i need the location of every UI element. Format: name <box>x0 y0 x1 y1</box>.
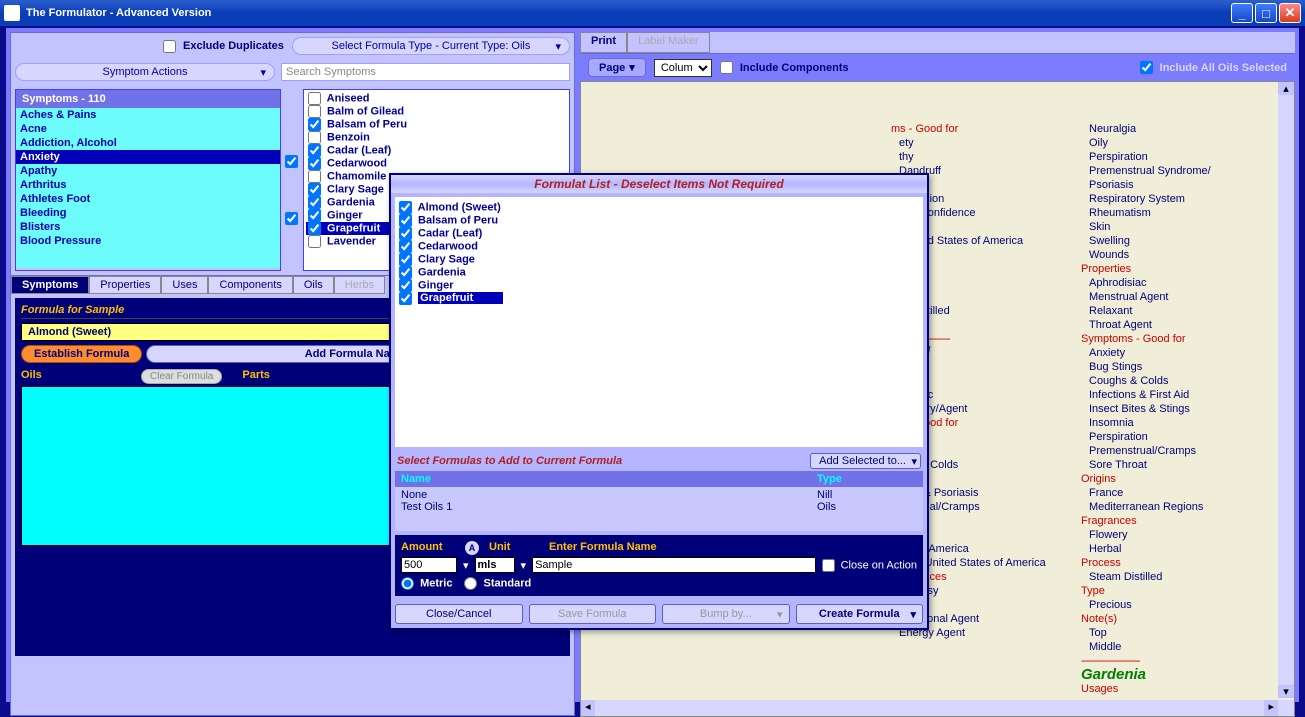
standard-radio[interactable]: Standard <box>464 577 531 590</box>
save-formula-button[interactable]: Save Formula <box>529 604 657 624</box>
unit-select[interactable] <box>475 557 515 573</box>
parts-column-label: Parts <box>242 369 270 384</box>
establish-formula-button[interactable]: Establish Formula <box>21 345 142 363</box>
amount-badge-icon: A <box>465 541 479 555</box>
symptom-item[interactable]: Arthritus <box>16 178 280 192</box>
tab-herbs[interactable]: Herbs <box>334 276 385 294</box>
oil-item[interactable]: Balm of Gilead <box>306 105 567 118</box>
tab-print[interactable]: Print <box>580 32 627 53</box>
close-on-action-checkbox[interactable]: Close on Action <box>822 559 918 572</box>
symptom-actions-dropdown[interactable]: Symptom Actions <box>15 63 275 81</box>
symptom-item[interactable]: Addiction, Alcohol <box>16 136 280 150</box>
modal-item[interactable]: Clary Sage <box>399 253 919 266</box>
modal-item[interactable]: Gardenia <box>399 266 919 279</box>
dialog-subheader: Select Formulas to Add to Current Formul… <box>397 455 622 467</box>
unit-label: Unit <box>489 541 539 555</box>
modal-item[interactable]: Grapefruit <box>399 292 919 305</box>
horizontal-scrollbar[interactable] <box>581 700 1294 716</box>
table-header-type: Type <box>817 473 917 485</box>
minimize-button[interactable]: _ <box>1231 3 1253 23</box>
include-all-oils-checkbox[interactable]: Include All Oils Selected <box>1140 61 1287 74</box>
bump-by-dropdown[interactable]: Bump by... <box>662 604 790 624</box>
exclude-duplicates-checkbox[interactable]: Exclude Duplicates <box>163 40 284 53</box>
symptom-item[interactable]: Blisters <box>16 220 280 234</box>
symptom-item[interactable]: Bleeding <box>16 206 280 220</box>
modal-item[interactable]: Almond (Sweet) <box>399 201 919 214</box>
search-symptoms-input[interactable] <box>281 63 570 81</box>
oil-item[interactable]: Cadar (Leaf) <box>306 144 567 157</box>
symptom-item[interactable]: Athletes Foot <box>16 192 280 206</box>
add-selected-dropdown[interactable]: Add Selected to... <box>810 453 921 469</box>
include-components-checkbox[interactable]: Include Components <box>720 61 849 74</box>
oil-item[interactable]: Balsam of Peru <box>306 118 567 131</box>
modal-item[interactable]: Ginger <box>399 279 919 292</box>
tab-components[interactable]: Components <box>208 276 292 294</box>
amount-input[interactable] <box>401 557 457 573</box>
tab-uses[interactable]: Uses <box>161 276 208 294</box>
side-check-1[interactable] <box>285 155 298 168</box>
metric-radio[interactable]: Metric <box>401 577 452 590</box>
symptom-item[interactable]: Acne <box>16 122 280 136</box>
modal-item[interactable]: Cadar (Leaf) <box>399 227 919 240</box>
oil-item[interactable]: Cedarwood <box>306 157 567 170</box>
titlebar: The Formulator - Advanced Version _ □ ✕ <box>0 0 1305 26</box>
clear-formula-button[interactable]: Clear Formula <box>141 369 222 384</box>
column-select[interactable]: Colum <box>654 59 712 77</box>
vertical-scrollbar[interactable] <box>1278 82 1294 698</box>
formula-table[interactable]: NoneNillTest Oils 1Oils <box>395 487 923 531</box>
oils-column-label: Oils <box>21 369 141 384</box>
formula-name-input[interactable] <box>532 557 815 573</box>
dialog-title: Formulat List - Deselect Items Not Requi… <box>391 175 927 193</box>
dialog-checklist[interactable]: Almond (Sweet) Balsam of Peru Cadar (Lea… <box>395 197 923 447</box>
formula-type-dropdown[interactable]: Select Formula Type - Current Type: Oils <box>292 37 570 55</box>
tab-symptoms[interactable]: Symptoms <box>11 276 89 294</box>
oil-item[interactable]: Aniseed <box>306 92 567 105</box>
close-cancel-button[interactable]: Close/Cancel <box>395 604 523 624</box>
tab-properties[interactable]: Properties <box>89 276 161 294</box>
formula-list-dialog: Formulat List - Deselect Items Not Requi… <box>389 173 929 630</box>
oil-item[interactable]: Benzoin <box>306 131 567 144</box>
table-header-name: Name <box>401 473 817 485</box>
symptoms-list[interactable]: Aches & PainsAcneAddiction, AlcoholAnxie… <box>16 108 280 268</box>
table-row[interactable]: NoneNill <box>401 489 917 501</box>
table-row[interactable]: Test Oils 1Oils <box>401 501 917 513</box>
side-check-2[interactable] <box>285 212 298 225</box>
unit-stepper-icon[interactable]: ▾ <box>521 559 527 572</box>
close-button[interactable]: ✕ <box>1279 3 1301 23</box>
maximize-button[interactable]: □ <box>1255 3 1277 23</box>
symptoms-header: Symptoms - 110 <box>16 90 280 108</box>
symptom-item[interactable]: Blood Pressure <box>16 234 280 248</box>
amount-stepper-icon[interactable]: ▾ <box>463 559 469 572</box>
symptoms-box: Symptoms - 110 Aches & PainsAcneAddictio… <box>15 89 281 271</box>
amount-label: Amount <box>401 541 461 555</box>
tab-oils[interactable]: Oils <box>293 276 334 294</box>
symptom-item[interactable]: Anxiety <box>16 150 280 164</box>
tab-label-maker[interactable]: Label Maker <box>627 32 710 53</box>
symptom-item[interactable]: Apathy <box>16 164 280 178</box>
app-icon <box>4 5 20 21</box>
modal-item[interactable]: Cedarwood <box>399 240 919 253</box>
right-tabs: PrintLabel Maker <box>580 32 1295 54</box>
modal-item[interactable]: Balsam of Peru <box>399 214 919 227</box>
app-title: The Formulator - Advanced Version <box>26 7 1231 19</box>
symptom-item[interactable]: Aches & Pains <box>16 108 280 122</box>
create-formula-button[interactable]: Create Formula <box>796 604 924 624</box>
formula-name-label: Enter Formula Name <box>549 541 917 555</box>
page-dropdown[interactable]: Page <box>588 58 646 77</box>
doc-column-2: NeuralgiaOilyPerspirationPremenstrual Sy… <box>1081 122 1251 696</box>
